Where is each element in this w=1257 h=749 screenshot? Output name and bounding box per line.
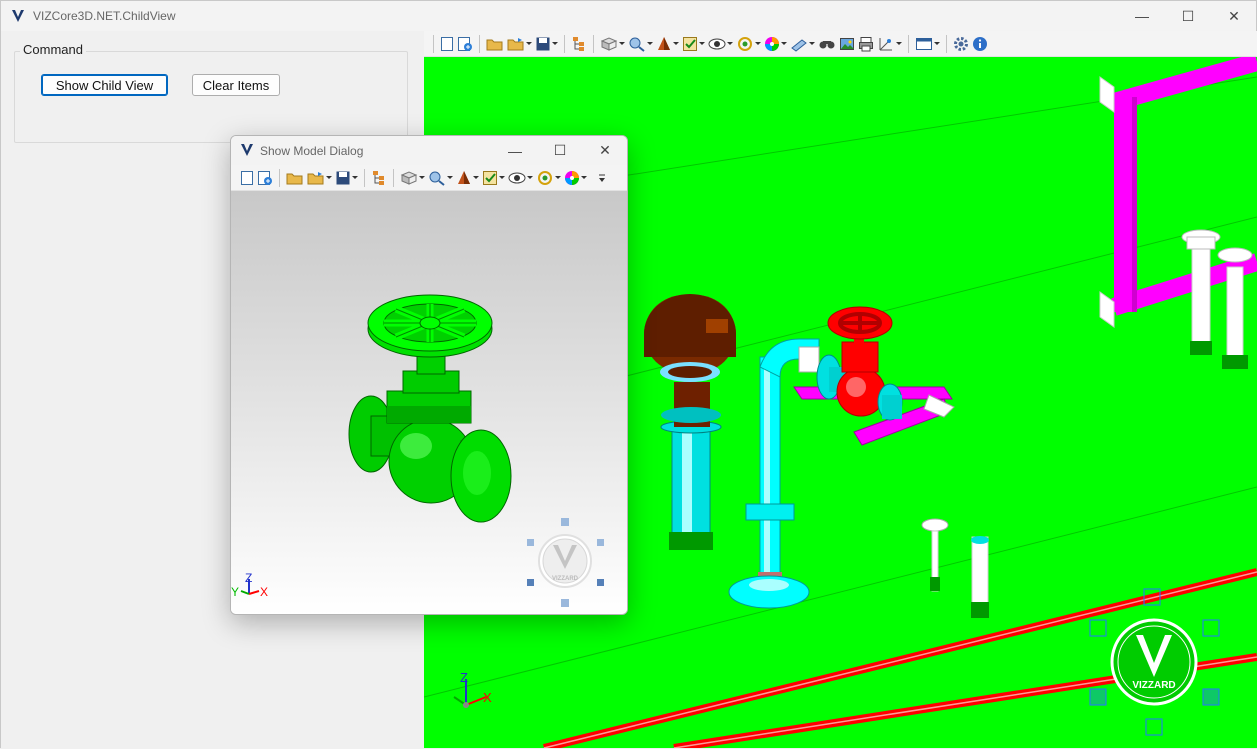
dialog-axis-y-label: Y (231, 585, 239, 599)
close-button[interactable]: ✕ (1211, 1, 1257, 31)
dialog-rotate-icon[interactable] (536, 168, 561, 188)
section-icon[interactable] (877, 34, 902, 54)
tree-icon[interactable] (571, 34, 587, 54)
dialog-axis-indicator: Z X Y (231, 571, 268, 599)
main-axis-z-label: Z (460, 670, 468, 685)
new-window-icon[interactable] (457, 34, 473, 54)
info-icon[interactable] (972, 34, 988, 54)
dialog-render-mode-icon[interactable] (456, 168, 479, 188)
small-white-posts (921, 518, 989, 618)
dialog-visibility-icon[interactable] (508, 168, 533, 188)
title-bar: VIZCore3D.NET.ChildView — ☐ ✕ (1, 1, 1256, 31)
dialog-toolbar-overflow-icon[interactable] (598, 168, 606, 188)
main-nav-logo-text: VIZZARD (1132, 680, 1175, 691)
rotate-icon[interactable] (736, 34, 761, 54)
green-valve-model (348, 294, 512, 523)
dialog-open-multi-icon[interactable] (307, 168, 332, 188)
dialog-select-icon[interactable] (482, 168, 505, 188)
show-model-dialog: Show Model Dialog — ☐ ✕ VIZZARD Z X Y (230, 135, 628, 615)
app-logo-icon (12, 10, 24, 22)
dialog-save-icon[interactable] (335, 168, 358, 188)
minimize-button[interactable]: — (1119, 1, 1165, 31)
dialog-view-direction-icon[interactable] (400, 168, 425, 188)
color-icon[interactable] (764, 34, 787, 54)
dialog-axis-x-label: X (260, 585, 268, 599)
clear-items-button[interactable]: Clear Items (192, 74, 280, 96)
open-multi-icon[interactable] (507, 34, 532, 54)
command-groupbox (14, 51, 408, 143)
dialog-axis-z-label: Z (245, 571, 252, 585)
save-icon[interactable] (535, 34, 558, 54)
main-toolbar (424, 31, 1257, 57)
dialog-app-logo-icon (241, 144, 253, 156)
settings-icon[interactable] (953, 34, 969, 54)
new-icon[interactable] (440, 34, 454, 54)
select-icon[interactable] (682, 34, 705, 54)
dialog-valve-scene: VIZZARD Z X Y (231, 294, 604, 607)
render-mode-icon[interactable] (656, 34, 679, 54)
dialog-title: Show Model Dialog (260, 144, 364, 158)
dialog-nav-logo-text: VIZZARD (552, 576, 579, 582)
open-icon[interactable] (486, 34, 504, 54)
view-direction-icon[interactable] (600, 34, 625, 54)
main-axis-x-label: X (483, 690, 492, 705)
window-title: VIZCore3D.NET.ChildView (33, 9, 176, 23)
main-window: VIZCore3D.NET.ChildView — ☐ ✕ Command Sh… (0, 0, 1257, 749)
dialog-3d-viewport[interactable]: VIZZARD Z X Y (231, 191, 627, 614)
dialog-minimize-button[interactable]: — (492, 136, 538, 165)
window-icon[interactable] (915, 34, 940, 54)
dialog-nav-cube: VIZZARD (527, 518, 604, 607)
dialog-color-icon[interactable] (564, 168, 587, 188)
dialog-toolbar (231, 165, 627, 191)
dialog-new-window-icon[interactable] (257, 168, 273, 188)
main-axis-indicator: Z X (453, 670, 492, 708)
dialog-tree-icon[interactable] (371, 168, 387, 188)
dialog-title-bar: Show Model Dialog — ☐ ✕ (231, 136, 627, 165)
measure-icon[interactable] (790, 34, 815, 54)
brown-vessel-assembly (644, 294, 736, 550)
command-group-legend: Command (20, 42, 86, 57)
cyan-pipe-assembly (728, 338, 820, 609)
show-child-view-button[interactable]: Show Child View (41, 74, 168, 96)
zoom-icon[interactable] (628, 34, 653, 54)
print-icon[interactable] (858, 34, 874, 54)
maximize-button[interactable]: ☐ (1165, 1, 1211, 31)
dialog-maximize-button[interactable]: ☐ (537, 136, 583, 165)
dialog-zoom-icon[interactable] (428, 168, 453, 188)
white-support-posts (1181, 229, 1253, 369)
toolbar-grip (433, 34, 434, 53)
dialog-new-icon[interactable] (240, 168, 254, 188)
find-icon[interactable] (818, 34, 836, 54)
dialog-close-button[interactable]: ✕ (582, 136, 627, 165)
visibility-icon[interactable] (708, 34, 733, 54)
image-icon[interactable] (839, 34, 855, 54)
dialog-open-icon[interactable] (286, 168, 304, 188)
